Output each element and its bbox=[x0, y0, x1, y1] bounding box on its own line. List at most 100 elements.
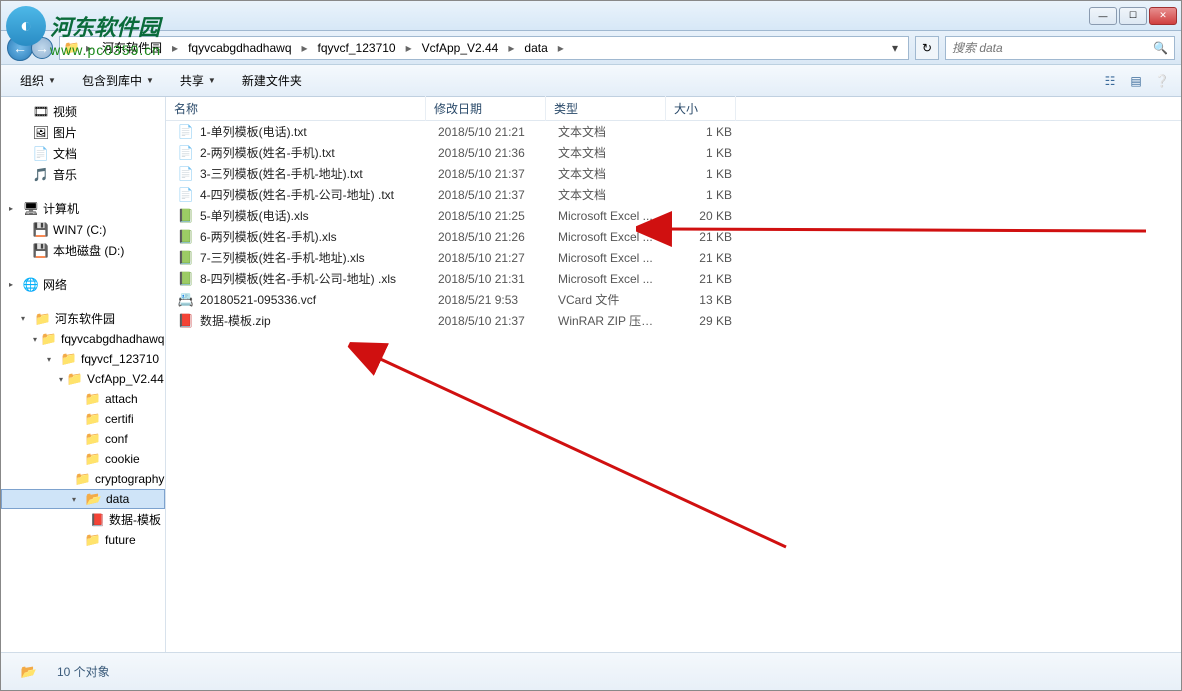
tree-folder-item[interactable]: attach bbox=[1, 389, 165, 409]
sidebar-library-item[interactable]: 音乐 bbox=[1, 164, 165, 185]
file-date: 2018/5/10 21:36 bbox=[430, 146, 550, 160]
tree-folder-item[interactable]: ▾ fqyvcf_123710 bbox=[1, 349, 165, 369]
computer-icon bbox=[23, 201, 39, 217]
column-header-date[interactable]: 修改日期 bbox=[426, 96, 546, 121]
library-label: 文档 bbox=[53, 145, 77, 162]
column-header-size[interactable]: 大小 bbox=[666, 96, 736, 121]
forward-button[interactable]: → bbox=[31, 37, 53, 59]
include-in-library-button[interactable]: 包含到库中 ▼ bbox=[71, 67, 165, 94]
drive-icon bbox=[33, 222, 49, 238]
file-name: 数据-模板.zip bbox=[200, 312, 271, 329]
sidebar-drive-item[interactable]: 本地磁盘 (D:) bbox=[1, 240, 165, 261]
view-icons-button[interactable]: ☷ bbox=[1099, 70, 1121, 92]
tree-folder-item[interactable]: ▾VcfApp_V2.44 bbox=[1, 369, 165, 389]
tree-folder-item[interactable]: cryptography bbox=[1, 469, 165, 489]
file-date: 2018/5/10 21:25 bbox=[430, 209, 550, 223]
breadcrumb-item[interactable]: data bbox=[520, 39, 551, 57]
breadcrumb-item[interactable]: 河东软件园 bbox=[98, 37, 166, 58]
close-button[interactable]: ✕ bbox=[1149, 7, 1177, 25]
file-name: 3-三列模板(姓名-手机-地址).txt bbox=[200, 165, 363, 182]
share-button[interactable]: 共享 ▼ bbox=[169, 67, 227, 94]
file-name: 5-单列模板(电话).xls bbox=[200, 207, 309, 224]
folder-icon bbox=[85, 391, 101, 407]
file-size: 1 KB bbox=[670, 167, 740, 181]
file-size: 1 KB bbox=[670, 125, 740, 139]
file-type-icon bbox=[178, 250, 194, 266]
folder-label: data bbox=[106, 492, 129, 506]
new-folder-button[interactable]: 新建文件夹 bbox=[231, 67, 313, 94]
back-button[interactable]: ← bbox=[7, 35, 33, 61]
file-type: WinRAR ZIP 压缩... bbox=[550, 312, 670, 329]
library-icon bbox=[33, 146, 49, 162]
expand-icon: ▾ bbox=[72, 495, 82, 504]
nav-network-header[interactable]: ▸ 网络 bbox=[1, 273, 165, 296]
sidebar-library-item[interactable]: 文档 bbox=[1, 143, 165, 164]
organize-label: 组织 bbox=[20, 72, 44, 89]
chevron-down-icon: ▼ bbox=[146, 76, 154, 85]
file-row[interactable]: 6-两列模板(姓名-手机).xls 2018/5/10 21:26 Micros… bbox=[166, 226, 1181, 247]
share-label: 共享 bbox=[180, 72, 204, 89]
file-name: 6-两列模板(姓名-手机).xls bbox=[200, 228, 337, 245]
file-row[interactable]: 数据-模板.zip 2018/5/10 21:37 WinRAR ZIP 压缩.… bbox=[166, 310, 1181, 331]
breadcrumb-item[interactable]: fqyvcf_123710 bbox=[314, 39, 400, 57]
computer-label: 计算机 bbox=[43, 200, 79, 217]
chevron-right-icon: ▸ bbox=[80, 41, 98, 55]
status-folder-icon bbox=[13, 656, 45, 688]
file-type-icon bbox=[178, 124, 194, 140]
file-row[interactable]: 1-单列模板(电话).txt 2018/5/10 21:21 文本文档 1 KB bbox=[166, 121, 1181, 142]
tree-folder-item[interactable]: ▾ data bbox=[1, 489, 165, 509]
refresh-button[interactable]: ↻ bbox=[915, 36, 939, 60]
file-row[interactable]: 20180521-095336.vcf 2018/5/21 9:53 VCard… bbox=[166, 289, 1181, 310]
folder-label: fqyvcf_123710 bbox=[81, 352, 159, 366]
nav-computer-header[interactable]: ▸ 计算机 bbox=[1, 197, 165, 220]
column-header-name[interactable]: 名称 bbox=[166, 96, 426, 121]
file-size: 13 KB bbox=[670, 293, 740, 307]
file-row[interactable]: 2-两列模板(姓名-手机).txt 2018/5/10 21:36 文本文档 1… bbox=[166, 142, 1181, 163]
search-input[interactable] bbox=[952, 41, 1153, 55]
tree-folder-item[interactable]: ▾河东软件园 bbox=[1, 308, 165, 329]
file-name: 8-四列模板(姓名-手机-公司-地址) .xls bbox=[200, 270, 396, 287]
file-row[interactable]: 5-单列模板(电话).xls 2018/5/10 21:25 Microsoft… bbox=[166, 205, 1181, 226]
file-date: 2018/5/10 21:26 bbox=[430, 230, 550, 244]
breadcrumb-dropdown[interactable]: ▾ bbox=[886, 41, 904, 55]
search-box[interactable]: 🔍 bbox=[945, 36, 1175, 60]
tree-folder-item[interactable]: 数据-模板 bbox=[1, 509, 165, 530]
folder-icon bbox=[67, 371, 83, 387]
expand-icon: ▾ bbox=[33, 335, 37, 344]
file-row[interactable]: 7-三列模板(姓名-手机-地址).xls 2018/5/10 21:27 Mic… bbox=[166, 247, 1181, 268]
tree-folder-item[interactable]: future bbox=[1, 530, 165, 550]
expand-icon: ▾ bbox=[47, 355, 57, 364]
tree-folder-item[interactable]: ▾fqyvcabgdhadhawq bbox=[1, 329, 165, 349]
folder-label: certifi bbox=[105, 412, 134, 426]
organize-button[interactable]: 组织 ▼ bbox=[9, 67, 67, 94]
minimize-button[interactable]: — bbox=[1089, 7, 1117, 25]
tree-folder-item[interactable]: conf bbox=[1, 429, 165, 449]
folder-label: cryptography bbox=[95, 472, 164, 486]
file-list: 名称 修改日期 类型 大小 1-单列模板(电话).txt 2018/5/10 2… bbox=[166, 97, 1181, 652]
file-row[interactable]: 4-四列模板(姓名-手机-公司-地址) .txt 2018/5/10 21:37… bbox=[166, 184, 1181, 205]
file-row[interactable]: 3-三列模板(姓名-手机-地址).txt 2018/5/10 21:37 文本文… bbox=[166, 163, 1181, 184]
sidebar-drive-item[interactable]: WIN7 (C:) bbox=[1, 220, 165, 240]
file-date: 2018/5/10 21:37 bbox=[430, 314, 550, 328]
column-header-type[interactable]: 类型 bbox=[546, 96, 666, 121]
sidebar-library-item[interactable]: 视频 bbox=[1, 101, 165, 122]
status-bar: 10 个对象 bbox=[1, 652, 1181, 690]
tree-folder-item[interactable]: cookie bbox=[1, 449, 165, 469]
folder-icon bbox=[85, 451, 101, 467]
help-button[interactable]: ❔ bbox=[1151, 70, 1173, 92]
sidebar-library-item[interactable]: 图片 bbox=[1, 122, 165, 143]
breadcrumb[interactable]: ▸ 河东软件园 ▸ fqyvcabgdhadhawq ▸ fqyvcf_1237… bbox=[59, 36, 909, 60]
folder-label: 河东软件园 bbox=[55, 310, 115, 327]
breadcrumb-item[interactable]: VcfApp_V2.44 bbox=[418, 39, 503, 57]
file-name: 2-两列模板(姓名-手机).txt bbox=[200, 144, 335, 161]
file-row[interactable]: 8-四列模板(姓名-手机-公司-地址) .xls 2018/5/10 21:31… bbox=[166, 268, 1181, 289]
maximize-button[interactable]: ☐ bbox=[1119, 7, 1147, 25]
library-icon bbox=[33, 125, 49, 141]
chevron-down-icon: ▼ bbox=[48, 76, 56, 85]
tree-folder-item[interactable]: certifi bbox=[1, 409, 165, 429]
main-area: 视频图片文档音乐 ▸ 计算机 WIN7 (C:)本地磁盘 (D:) ▸ 网络 ▾… bbox=[1, 97, 1181, 652]
nav-back-forward: ← → bbox=[7, 35, 53, 61]
breadcrumb-item[interactable]: fqyvcabgdhadhawq bbox=[184, 39, 295, 57]
file-type-icon bbox=[178, 208, 194, 224]
preview-pane-button[interactable]: ▤ bbox=[1125, 70, 1147, 92]
